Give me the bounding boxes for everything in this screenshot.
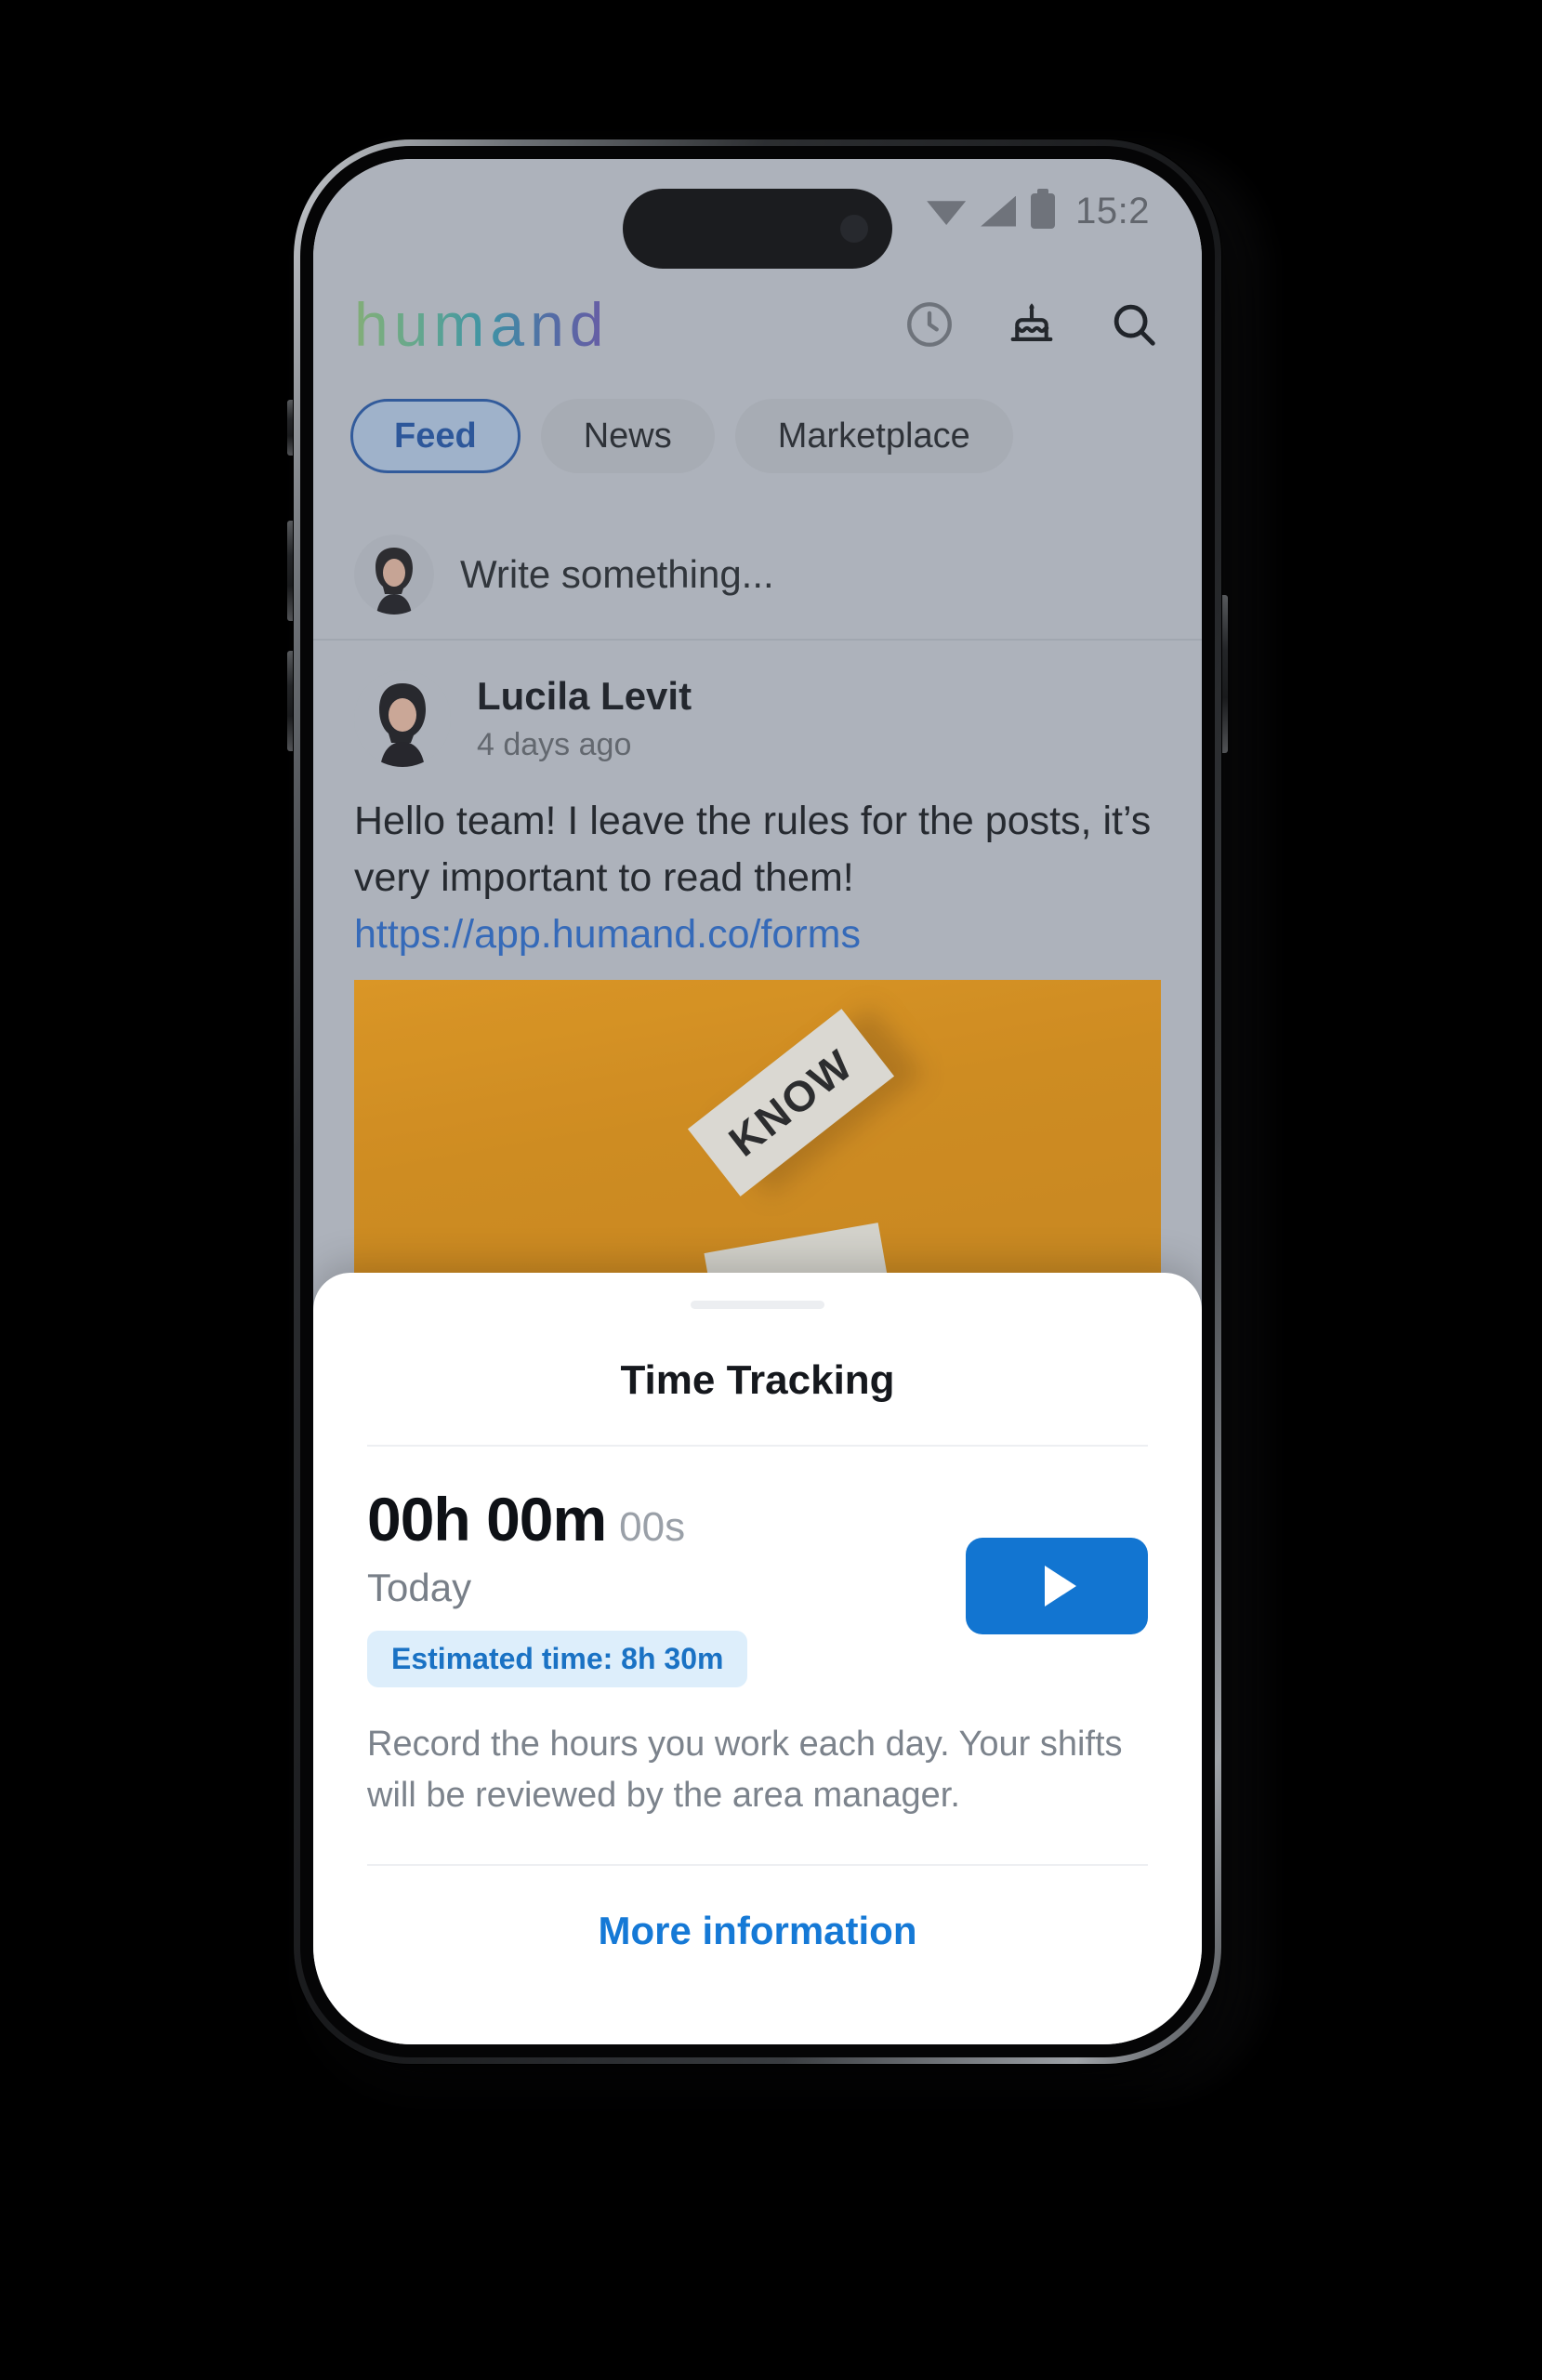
more-information-link[interactable]: More information <box>367 1866 1148 1953</box>
phone-frame: humand Feed News Marketplace Write somet… <box>294 139 1221 2064</box>
play-icon <box>1045 1565 1076 1606</box>
tracker-info: 00h 00m 00s Today Estimated time: 8h 30m <box>367 1484 966 1687</box>
time-tracking-sheet: Time Tracking 00h 00m 00s Today Estimate… <box>313 1273 1202 2044</box>
timer-seconds: 00s <box>619 1504 686 1550</box>
estimated-time-badge: Estimated time: 8h 30m <box>367 1631 748 1687</box>
sheet-title: Time Tracking <box>367 1357 1148 1447</box>
sheet-description: Record the hours you work each day. Your… <box>367 1695 1148 1867</box>
timer-hours-minutes: 00h 00m <box>367 1485 607 1554</box>
timer-day-label: Today <box>367 1566 472 1609</box>
tracker-row: 00h 00m 00s Today Estimated time: 8h 30m <box>367 1447 1148 1695</box>
screenshot-stage: humand Feed News Marketplace Write somet… <box>0 0 1542 2380</box>
timer-display: 00h 00m 00s <box>367 1484 966 1554</box>
phone-bezel: humand Feed News Marketplace Write somet… <box>300 146 1215 2057</box>
sheet-drag-handle[interactable] <box>691 1301 824 1309</box>
phone-screen: humand Feed News Marketplace Write somet… <box>313 159 1202 2044</box>
start-timer-button[interactable] <box>966 1537 1148 1634</box>
